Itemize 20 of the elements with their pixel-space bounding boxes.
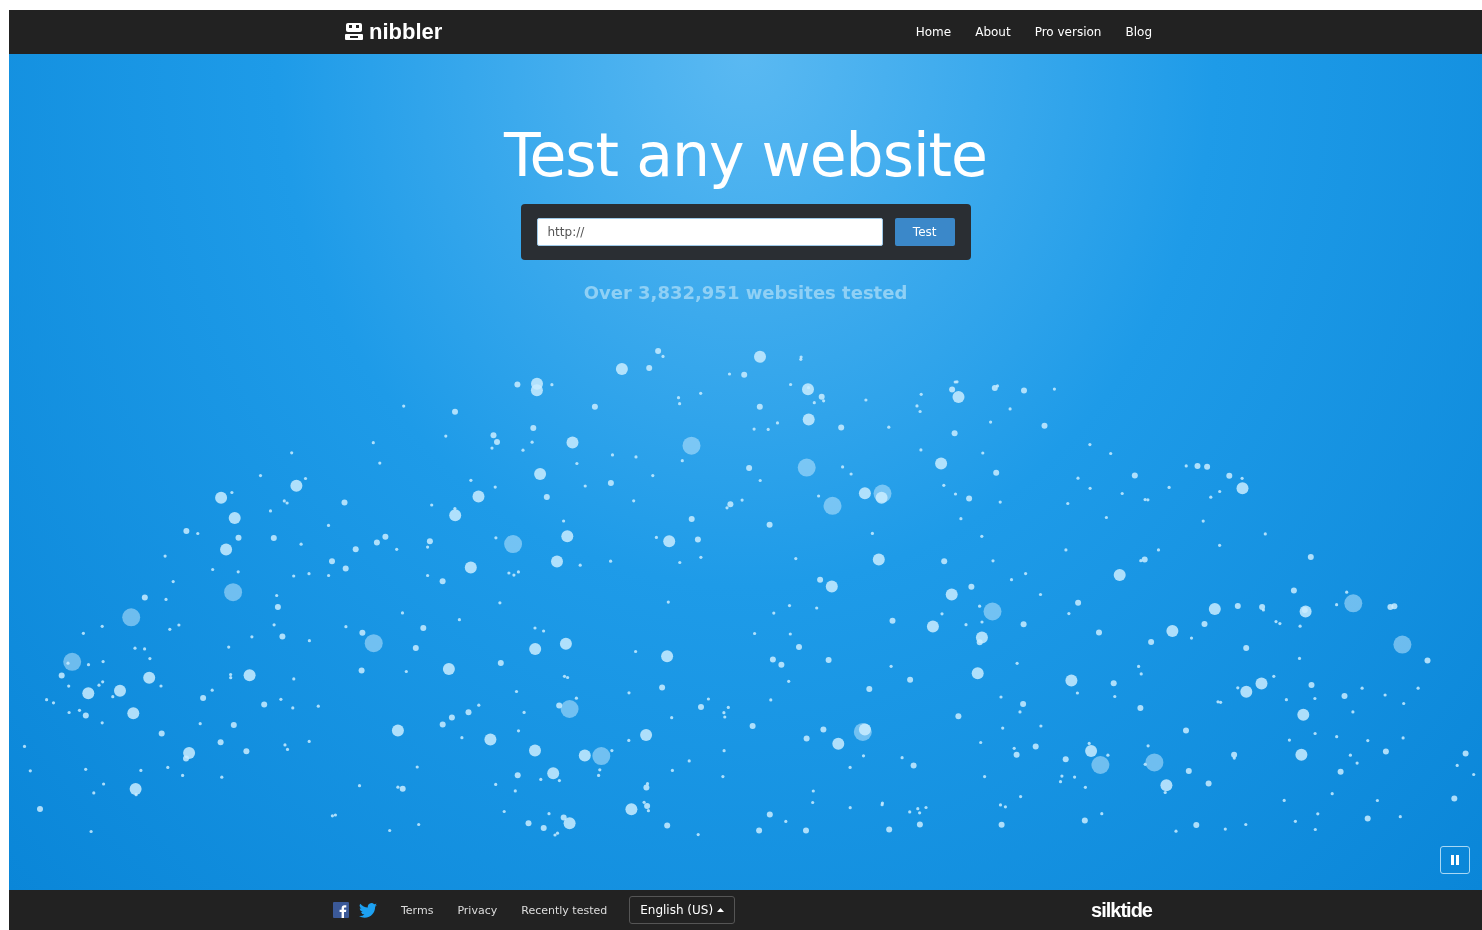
robot-logo-icon — [345, 22, 363, 42]
site-logo[interactable]: nibbler — [369, 19, 443, 45]
nav-link[interactable]: About — [975, 25, 1011, 39]
hero-title: Test any website — [503, 120, 987, 190]
url-input-field[interactable]: http:// — [536, 218, 883, 246]
footer-link[interactable]: Privacy — [457, 903, 498, 917]
pause-button[interactable] — [1440, 846, 1470, 874]
nav-link[interactable]: Blog — [1125, 25, 1152, 39]
test-button[interactable]: Test — [894, 218, 955, 246]
pause-icon — [1451, 855, 1459, 865]
brand-logo[interactable]: silktide — [1091, 898, 1152, 922]
footer-link[interactable]: Recently tested — [521, 903, 608, 917]
nav-link[interactable]: Home — [915, 25, 952, 39]
caret-icon — [717, 908, 725, 912]
facebook-icon[interactable] — [333, 902, 349, 918]
language-dropdown[interactable]: English (US) — [629, 896, 736, 924]
footer-link[interactable]: Terms — [401, 903, 434, 917]
nav-link[interactable]: Pro version — [1034, 25, 1102, 39]
bird-icon[interactable] — [359, 902, 377, 918]
websites-tested-count: Over 3,832,951 websites tested — [583, 282, 908, 303]
